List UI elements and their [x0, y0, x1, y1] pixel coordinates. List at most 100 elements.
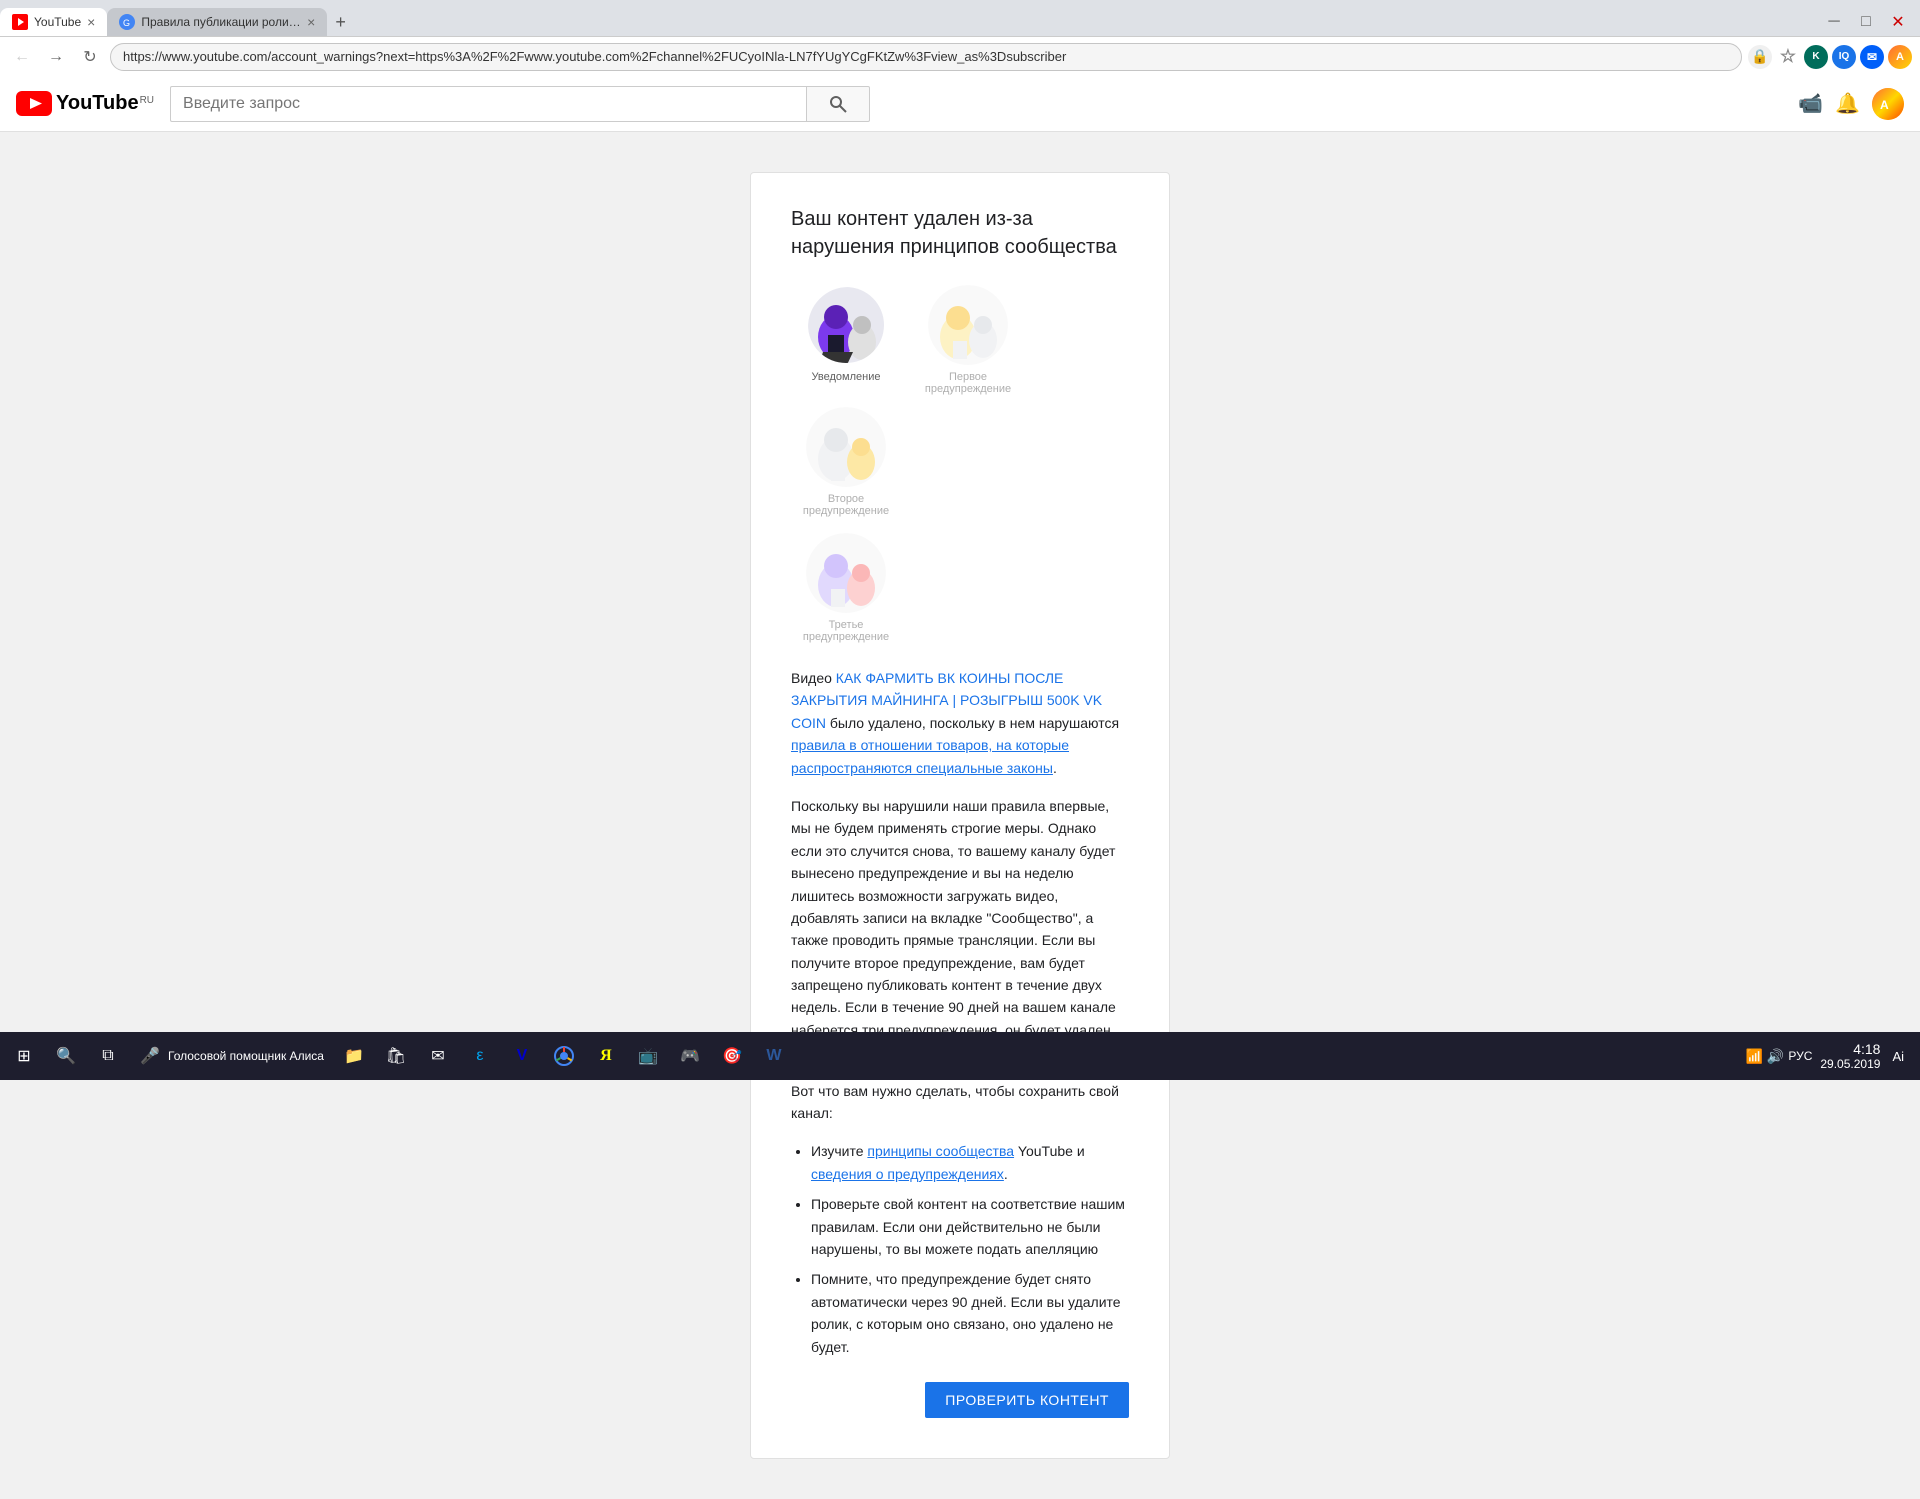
mail-ext-icon[interactable]: ✉ — [1860, 45, 1884, 69]
community-principles-link[interactable]: принципы сообщества — [867, 1143, 1014, 1159]
yt-favicon-icon — [12, 14, 28, 30]
vector-button[interactable]: V — [502, 1036, 542, 1076]
bullet-list: Изучите принципы сообщества YouTube и св… — [811, 1140, 1129, 1358]
main-paragraph: Поскольку вы нарушили наши правила вперв… — [791, 795, 1129, 1064]
kaspersky-icon[interactable]: K — [1804, 45, 1828, 69]
step4-label: Третье предупреждение — [791, 619, 901, 643]
start-button[interactable]: ⊞ — [4, 1036, 44, 1076]
team-viewer-icon: 📺 — [636, 1044, 660, 1068]
address-bar: ← → ↻ 🔒 ☆ K IQ ✉ А — [0, 36, 1920, 76]
steam-button[interactable]: 🎮 — [670, 1036, 710, 1076]
video-camera-icon[interactable]: 📹 — [1798, 91, 1823, 116]
bell-icon[interactable]: 🔔 — [1835, 91, 1860, 116]
voice-assistant-label: Голосовой помощник Алиса — [168, 1049, 324, 1063]
minimize-button[interactable]: ─ — [1820, 8, 1848, 36]
volume-icon: 🔊 — [1767, 1048, 1784, 1065]
mail-icon: ✉ — [426, 1044, 450, 1068]
clock[interactable]: 4:18 29.05.2019 — [1820, 1041, 1880, 1071]
tab-youtube[interactable]: YouTube × — [0, 8, 107, 36]
edge-icon: ε — [468, 1044, 492, 1068]
text-before-link: Видео — [791, 670, 836, 686]
tab-rules-title: Правила публикации роликов ... — [141, 15, 301, 29]
time-display: 4:18 — [1820, 1041, 1880, 1057]
file-explorer-icon: 📁 — [342, 1044, 366, 1068]
mail-button[interactable]: ✉ — [418, 1036, 458, 1076]
header-right: 📹 🔔 А — [1798, 88, 1904, 120]
card-footer: ПРОВЕРИТЬ КОНТЕНТ — [791, 1382, 1129, 1418]
tab-rules[interactable]: G Правила публикации роликов ... × — [107, 8, 327, 36]
text-was-deleted: было удалено, поскольку в нем нарушаются — [826, 715, 1119, 731]
tab-youtube-close[interactable]: × — [87, 14, 95, 30]
step2-circle — [928, 285, 1008, 365]
tab-rules-close[interactable]: × — [307, 14, 315, 30]
search-input[interactable] — [170, 86, 806, 122]
user-avatar[interactable]: А — [1872, 88, 1904, 120]
restore-button[interactable]: □ — [1852, 8, 1880, 36]
extension-icons: 🔒 ☆ K IQ ✉ А — [1748, 45, 1912, 69]
step4-circle — [806, 533, 886, 613]
svg-text:А: А — [1880, 98, 1889, 112]
step3-label: Второе предупреждение — [791, 493, 901, 517]
bullet-item-2: Проверьте свой контент на соответствие н… — [811, 1193, 1129, 1260]
ai-label[interactable]: Ai — [1888, 1049, 1908, 1064]
new-tab-button[interactable]: + — [327, 8, 354, 36]
warnings-info-link[interactable]: сведения о предупреждениях — [811, 1166, 1004, 1182]
game-button[interactable]: 🎯 — [712, 1036, 752, 1076]
steam-icon: 🎮 — [678, 1044, 702, 1068]
edge-button[interactable]: ε — [460, 1036, 500, 1076]
word-icon: W — [762, 1044, 786, 1068]
forward-button[interactable]: → — [42, 43, 70, 71]
step1-label: Уведомление — [812, 371, 881, 383]
date-display: 29.05.2019 — [1820, 1057, 1880, 1071]
rules-favicon-icon: G — [119, 14, 135, 30]
store-button[interactable]: 🛍 — [376, 1036, 416, 1076]
svg-text:G: G — [123, 18, 130, 28]
search-taskbar-button[interactable]: 🔍 — [46, 1036, 86, 1076]
youtube-logo-text: YouTubeRU — [56, 92, 154, 115]
tab-youtube-title: YouTube — [34, 15, 81, 29]
store-icon: 🛍 — [384, 1044, 408, 1068]
youtube-logo-icon — [16, 91, 52, 116]
microphone-icon: 🎤 — [138, 1044, 162, 1068]
rules-link[interactable]: правила в отношении товаров, на которые … — [791, 737, 1069, 775]
warning-steps-row2: Третье предупреждение — [791, 533, 1129, 643]
step2-label: Первое предупреждение — [913, 371, 1023, 395]
back-button[interactable]: ← — [8, 43, 36, 71]
yandex-button[interactable]: Я — [586, 1036, 626, 1076]
main-content: Ваш контент удален из-за нарушения принц… — [0, 132, 1920, 1499]
game-icon: 🎯 — [720, 1044, 744, 1068]
yandex-icon: Я — [594, 1044, 618, 1068]
reload-button[interactable]: ↻ — [76, 43, 104, 71]
youtube-header: YouTubeRU 📹 🔔 А — [0, 76, 1920, 132]
vector-icon: V — [510, 1044, 534, 1068]
search-button[interactable] — [806, 86, 870, 122]
task-view-button[interactable]: ⧉ — [88, 1036, 128, 1076]
iq-icon[interactable]: IQ — [1832, 45, 1856, 69]
bullet-item-3: Помните, что предупреждение будет снято … — [811, 1268, 1129, 1358]
chrome-icon — [552, 1044, 576, 1068]
voice-assistant-button[interactable]: 🎤 Голосовой помощник Алиса — [130, 1036, 332, 1076]
team-viewer-button[interactable]: 📺 — [628, 1036, 668, 1076]
word-button[interactable]: W — [754, 1036, 794, 1076]
warning-steps-row1: Уведомление Первое предупреждение — [791, 285, 1129, 517]
chrome-button[interactable] — [544, 1036, 584, 1076]
sys-tray: 📶 🔊 РУС — [1745, 1048, 1812, 1065]
check-content-button[interactable]: ПРОВЕРИТЬ КОНТЕНТ — [925, 1382, 1129, 1418]
search-taskbar-icon: 🔍 — [54, 1044, 78, 1068]
shield-ext-icon[interactable]: 🔒 — [1748, 45, 1772, 69]
star-ext-icon[interactable]: ☆ — [1776, 45, 1800, 69]
warning-step-3: Второе предупреждение — [791, 407, 901, 517]
youtube-logo[interactable]: YouTubeRU — [16, 91, 154, 116]
lang-label: РУС — [1788, 1049, 1812, 1063]
user-avatar-icon[interactable]: А — [1888, 45, 1912, 69]
bullet-item-1: Изучите принципы сообщества YouTube и св… — [811, 1140, 1129, 1185]
file-explorer-button[interactable]: 📁 — [334, 1036, 374, 1076]
video-info-paragraph: Видео КАК ФАРМИТЬ ВК КОИНЫ ПОСЛЕ ЗАКРЫТИ… — [791, 667, 1129, 779]
warning-card: Ваш контент удален из-за нарушения принц… — [750, 172, 1170, 1459]
search-icon — [828, 94, 848, 114]
step1-circle — [806, 285, 886, 365]
address-input[interactable] — [110, 43, 1742, 71]
step3-circle — [806, 407, 886, 487]
close-button[interactable]: ✕ — [1884, 8, 1912, 36]
warning-step-2: Первое предупреждение — [913, 285, 1023, 395]
